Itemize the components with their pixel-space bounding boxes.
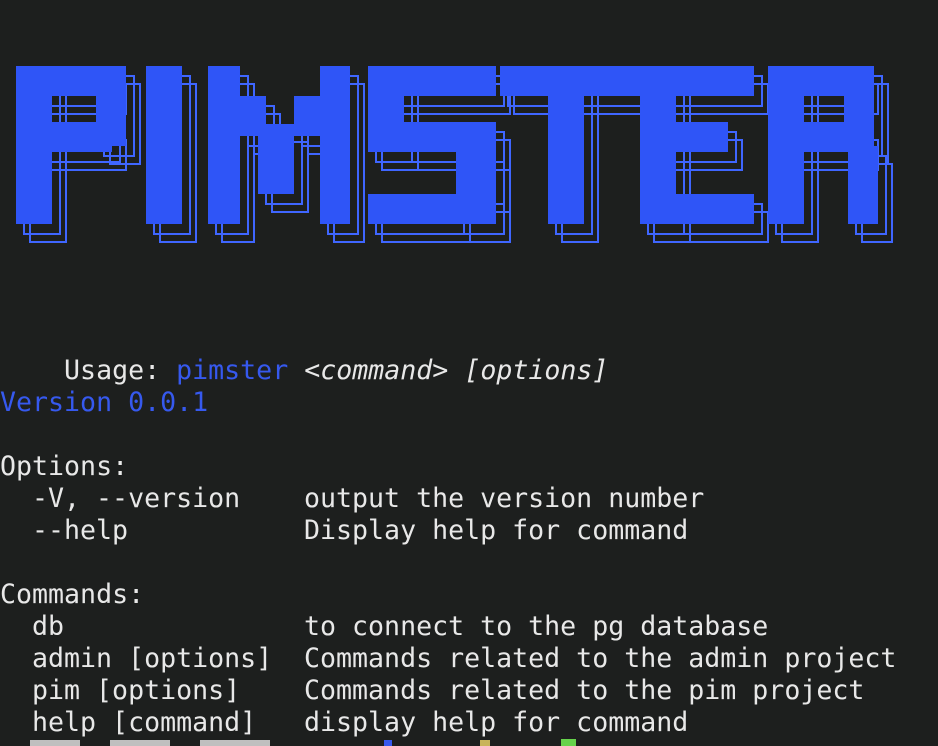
banner-block	[258, 124, 294, 194]
command-row: pim [options] Commands related to the pi…	[0, 675, 938, 707]
banner-block	[848, 146, 878, 224]
command-name: admin [options]	[32, 643, 273, 674]
command-description: display help for command	[304, 707, 689, 738]
banner-block	[208, 66, 240, 224]
command-description: Commands related to the pim project	[304, 675, 865, 706]
banner-block	[640, 194, 754, 224]
commands-heading: Commands:	[0, 579, 145, 610]
banner-block	[16, 122, 112, 152]
usage-options-placeholder: [options]	[448, 355, 609, 386]
command-description: to connect to the pg database	[304, 611, 769, 642]
banner-letter-s	[368, 66, 496, 224]
banner-letter-t	[500, 66, 642, 224]
banner-letter-p	[16, 66, 126, 224]
usage-label: Usage:	[64, 355, 177, 386]
usage-command-placeholder: <command>	[304, 355, 449, 386]
banner-block	[320, 66, 350, 224]
terminal-cursor	[561, 739, 576, 746]
banner-letter-i	[146, 66, 182, 224]
command-row: help [command] display help for command	[0, 707, 938, 739]
banner-block	[368, 194, 496, 224]
pimster-ascii-banner	[16, 66, 893, 243]
banner-letter-m	[208, 66, 350, 224]
option-row: --help Display help for command	[0, 515, 938, 547]
banner-block	[146, 66, 182, 224]
previous-line-fragment	[206, 0, 586, 2]
command-row: admin [options] Commands related to the …	[0, 643, 938, 675]
banner-block	[548, 66, 584, 224]
banner-block	[294, 96, 320, 136]
version-line: Version 0.0.1	[0, 387, 209, 418]
banner-block	[640, 122, 728, 152]
command-name: help [command]	[32, 707, 257, 738]
command-name: pim [options]	[32, 675, 241, 706]
command-name: db	[32, 611, 65, 642]
terminal-window[interactable]: Usage: pimster <command> [options] Versi…	[0, 0, 938, 746]
next-line-fragment	[0, 740, 560, 746]
usage-space	[288, 355, 304, 386]
option-description: Display help for command	[304, 515, 689, 546]
option-description: output the version number	[304, 483, 705, 514]
option-flag: --help	[32, 515, 129, 546]
command-description: Commands related to the admin project	[304, 643, 897, 674]
banner-letters	[16, 66, 878, 224]
usage-line: Usage: pimster <command> [options]	[0, 323, 608, 386]
command-row: db to connect to the pg database	[0, 611, 938, 643]
options-heading: Options:	[0, 451, 129, 482]
banner-letter-r	[768, 66, 878, 224]
program-name: pimster	[176, 355, 289, 386]
option-flag: -V, --version	[32, 483, 241, 514]
option-row: -V, --version output the version number	[0, 483, 938, 515]
